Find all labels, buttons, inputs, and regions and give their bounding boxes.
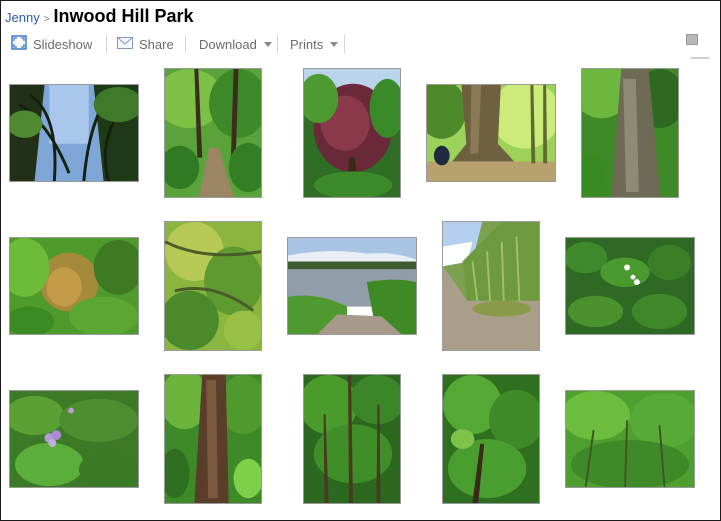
owner-link[interactable]: Jenny [5,10,40,25]
photo-thumbnail[interactable] [164,374,262,504]
photo-thumbnail[interactable] [287,237,417,335]
photo-thumbnail[interactable] [303,374,401,504]
toolbar-divider [185,35,186,53]
photo-red-leaf-tree [304,69,400,197]
toolbar-divider [106,35,107,53]
photo-hudson-river-view [288,238,416,334]
share-label: Share [139,36,174,52]
slideshow-button[interactable]: Slideshow [11,33,92,55]
chevron-down-icon [263,41,272,47]
photo-thumbnail[interactable] [9,390,139,488]
photo-thicket [304,375,400,503]
download-label: Download [199,36,257,52]
photo-thumbnail[interactable] [9,84,139,182]
photo-thumbnail[interactable] [442,374,540,504]
photo-purple-flower [10,391,138,487]
photo-leafy-shrub [443,375,539,503]
photo-thumbnail[interactable] [442,221,540,351]
photo-leafy-branches [165,222,261,350]
photo-thumbnail[interactable] [303,68,401,198]
album-window: Jenny>Inwood Hill Park Slideshow Share [0,0,721,521]
view-controls [686,31,720,67]
download-menu[interactable]: Download [199,33,272,55]
photo-tall-trunk [582,69,678,197]
toolbar: Slideshow Share Download Prints [1,33,720,55]
toolbar-divider [344,35,345,53]
album-title: Inwood Hill Park [53,6,194,26]
photo-thumbnail[interactable] [9,237,139,335]
photo-trees-sky-1 [10,85,138,181]
photo-large-trunk-sunlight [427,85,555,181]
photo-green-ferns [566,391,694,487]
photo-thumbnail[interactable] [565,390,695,488]
photo-tree-trunk-green [165,375,261,503]
share-button[interactable]: Share [117,33,174,55]
photo-white-flowers [566,238,694,334]
slideshow-label: Slideshow [33,36,93,52]
prints-menu[interactable]: Prints [290,33,339,55]
user-icon[interactable] [686,34,698,46]
photo-canopy-autumn [10,238,138,334]
photo-thumbnail[interactable] [426,84,556,182]
toolbar-divider [277,35,278,53]
photo-forest-path [165,69,261,197]
breadcrumb: Jenny > Inwood Hill Park [5,6,194,28]
photo-thumbnail[interactable] [581,68,679,198]
size-slider[interactable] [691,56,709,59]
envelope-icon [117,36,133,52]
breadcrumb-separator: > [43,14,50,25]
prints-label: Prints [290,36,324,52]
photo-thumbnail[interactable] [565,237,695,335]
photo-thumbnail[interactable] [164,221,262,351]
slideshow-icon [11,35,27,53]
photo-thumbnail[interactable] [164,68,262,198]
photo-cliff-grass [443,222,539,350]
chevron-down-icon [330,41,339,47]
